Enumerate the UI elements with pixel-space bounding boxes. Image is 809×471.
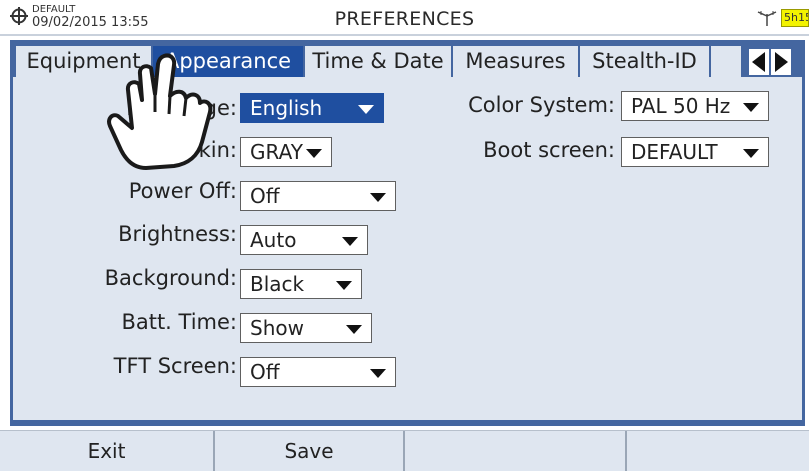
power-off-value: Off — [250, 184, 280, 208]
boot-screen-dropdown[interactable]: DEFAULT — [621, 137, 769, 167]
chevron-down-icon — [346, 325, 362, 334]
language-dropdown[interactable]: English — [240, 93, 384, 123]
arrow-right-icon[interactable] — [771, 49, 791, 75]
tab-stealth-id[interactable]: Stealth-ID — [580, 46, 711, 77]
chevron-down-icon — [743, 103, 759, 112]
chevron-down-icon — [370, 369, 386, 378]
color-system-label: Color System: — [468, 93, 615, 117]
power-off-label: Power Off: — [128, 179, 237, 203]
tab-measures[interactable]: Measures — [453, 46, 580, 77]
background-value: Black — [250, 272, 305, 296]
chevron-down-icon — [743, 149, 759, 158]
softkey-empty-3[interactable] — [405, 431, 627, 471]
battery-indicator: 5h15 — [781, 9, 809, 27]
skin-value: GRAY — [250, 140, 303, 164]
batt-time-dropdown[interactable]: Show — [240, 313, 372, 343]
chevron-down-icon — [342, 237, 358, 246]
arrow-left-icon[interactable] — [749, 49, 769, 75]
chevron-down-icon — [358, 105, 374, 114]
power-off-dropdown[interactable]: Off — [240, 181, 396, 211]
chevron-down-icon — [336, 281, 352, 290]
chevron-down-icon — [370, 193, 386, 202]
background-label: Background: — [104, 266, 237, 290]
brightness-value: Auto — [250, 228, 297, 252]
skin-dropdown[interactable]: GRAY — [240, 137, 332, 167]
color-system-value: PAL 50 Hz — [631, 94, 731, 118]
color-system-dropdown[interactable]: PAL 50 Hz — [621, 91, 769, 121]
batt-time-label: Batt. Time: — [121, 310, 237, 334]
background-dropdown[interactable]: Black — [240, 269, 362, 299]
brightness-dropdown[interactable]: Auto — [240, 225, 368, 255]
tft-screen-label: TFT Screen: — [113, 354, 237, 378]
brightness-label: Brightness: — [118, 222, 237, 246]
exit-button[interactable]: Exit — [0, 431, 215, 471]
tft-screen-value: Off — [250, 360, 280, 384]
save-button[interactable]: Save — [215, 431, 405, 471]
antenna-icon — [757, 11, 777, 26]
boot-screen-label: Boot screen: — [483, 138, 615, 162]
page-title: PREFERENCES — [334, 8, 475, 30]
batt-time-value: Show — [250, 316, 304, 340]
pointing-hand-icon — [107, 53, 213, 170]
status-bar: DEFAULT 09/02/2015 13:55 PREFERENCES 5h1… — [0, 0, 809, 36]
tab-overflow-slot — [711, 46, 743, 77]
softkey-bar: Exit Save — [0, 430, 809, 471]
device-screen: DEFAULT 09/02/2015 13:55 PREFERENCES 5h1… — [0, 0, 809, 471]
boot-screen-value: DEFAULT — [631, 140, 718, 164]
chevron-down-icon — [306, 149, 322, 158]
softkey-empty-4[interactable] — [627, 431, 809, 471]
tab-time-date[interactable]: Time & Date — [305, 46, 453, 77]
language-value: English — [250, 96, 323, 120]
tft-screen-dropdown[interactable]: Off — [240, 357, 396, 387]
